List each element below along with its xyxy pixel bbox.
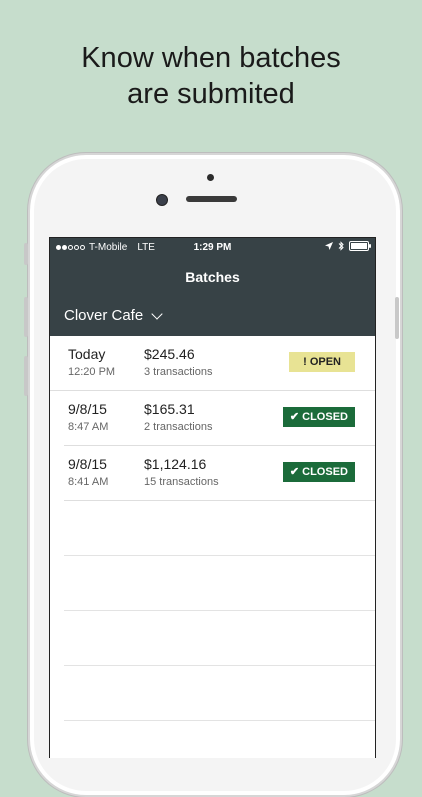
batch-time: 8:41 AM [68,476,109,488]
chevron-down-icon [151,307,163,320]
location-arrow-icon [325,242,333,250]
sensor-dot [207,174,214,181]
page-title: Batches [185,269,240,285]
app-screen: T-Mobile LTE 1:29 PM Batches Clover Cafe… [49,237,376,758]
empty-list-row [64,666,375,721]
front-camera [156,194,168,206]
batch-amount: $165.31 [144,401,195,417]
phone-side-button [24,243,28,265]
batch-time: 8:47 AM [68,421,109,433]
battery-icon [349,241,371,251]
status-badge-closed[interactable]: ✔ CLOSED [282,462,355,482]
headline-line-1: Know when batches [81,42,341,74]
batch-transactions: 2 transactions [144,421,213,433]
phone-volume-up [24,297,28,337]
batch-transactions: 15 transactions [144,476,219,488]
batch-list: Today 12:20 PM $245.46 3 transactions ! … [50,336,375,721]
batch-amount: $245.46 [144,346,195,362]
merchant-name: Clover Cafe [64,307,144,324]
batch-row[interactable]: 9/8/15 8:41 AM $1,124.16 15 transactions… [64,446,375,501]
empty-list-row [64,501,375,556]
earpiece-speaker [186,196,237,202]
status-bar: T-Mobile LTE 1:29 PM [50,238,375,258]
headline-line-2: are submited [127,78,295,110]
batch-transactions: 3 transactions [144,366,213,378]
batch-date: 9/8/15 [68,456,107,472]
bluetooth-icon [338,241,344,251]
batch-time: 12:20 PM [68,366,116,378]
batch-date: 9/8/15 [68,401,107,417]
batch-amount: $1,124.16 [144,456,207,472]
status-badge-closed[interactable]: ✔ CLOSED [282,407,355,427]
phone-volume-down [24,356,28,396]
empty-list-row [64,611,375,666]
batch-row[interactable]: 9/8/15 8:47 AM $165.31 2 transactions ✔ … [64,391,375,446]
phone-power-button [395,297,399,339]
batch-date: Today [68,346,106,362]
batch-row[interactable]: Today 12:20 PM $245.46 3 transactions ! … [50,336,375,391]
status-badge-open[interactable]: ! OPEN [289,352,355,372]
navigation-bar: T-Mobile LTE 1:29 PM Batches Clover Cafe [50,238,375,336]
empty-list-row [64,556,375,611]
marketing-headline: Know when batches are submited [0,40,422,112]
merchant-selector[interactable]: Clover Cafe [64,307,163,324]
